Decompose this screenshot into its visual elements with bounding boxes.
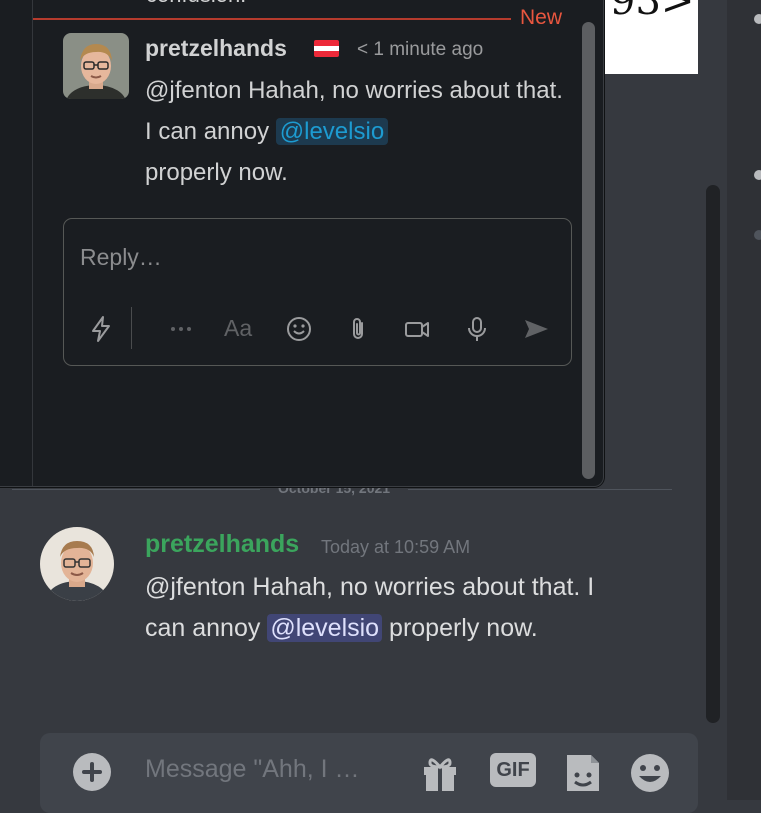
discord-scrollbar[interactable] (706, 185, 720, 723)
message-text: @jfenton Hahah, no worries about that. I… (145, 567, 615, 649)
avatar[interactable] (63, 33, 129, 99)
message-text-end: properly now. (382, 614, 538, 642)
image-text: 93> (610, 0, 695, 24)
format-text-icon[interactable]: Aa (224, 315, 252, 342)
austria-flag-icon (314, 40, 339, 57)
message-text-end: properly now. (145, 159, 288, 186)
message-timestamp[interactable]: < 1 minute ago (357, 39, 483, 61)
emoji-icon[interactable] (628, 751, 672, 795)
message-timestamp: Today at 10:59 AM (321, 537, 471, 557)
avatar[interactable] (40, 527, 114, 601)
message-composer[interactable]: Message "Ahh, I … GIF (40, 733, 698, 813)
toolbar-separator (131, 307, 132, 349)
message-author[interactable]: pretzelhands (145, 35, 287, 62)
new-messages-divider (33, 18, 511, 20)
user-mention[interactable]: @levelsio (267, 614, 383, 642)
add-attachment-icon[interactable] (73, 753, 111, 791)
more-icon[interactable] (166, 314, 196, 344)
attached-image[interactable]: 93> (590, 0, 698, 74)
lightning-shortcut-icon[interactable] (86, 314, 116, 344)
microphone-icon[interactable] (462, 314, 492, 344)
message-input[interactable]: Message "Ahh, I … (145, 755, 360, 784)
reply-composer[interactable]: Reply… Aa (63, 218, 572, 366)
previous-message-text: confusion. (146, 0, 246, 8)
video-icon[interactable] (402, 314, 432, 344)
thread-scrollbar[interactable] (582, 22, 595, 479)
gift-icon[interactable] (418, 751, 462, 795)
status-dot (754, 14, 761, 24)
attachment-icon[interactable] (343, 314, 373, 344)
thread-guide-line (32, 0, 33, 486)
status-dot (754, 230, 761, 240)
message-author[interactable]: pretzelhands (145, 530, 299, 559)
new-messages-label: New (520, 6, 563, 29)
member-sidebar (727, 0, 761, 800)
slack-thread-popup: confusion. New pretzelhands < 1 minute a… (0, 0, 604, 487)
reply-input[interactable]: Reply… (80, 244, 162, 271)
sticker-icon[interactable] (561, 751, 605, 795)
message-text: @jfenton Hahah, no worries about that. I… (145, 70, 575, 193)
status-dot (754, 170, 761, 180)
gif-icon[interactable]: GIF (490, 753, 536, 787)
send-icon[interactable] (521, 314, 551, 344)
user-mention[interactable]: @levelsio (275, 118, 389, 145)
emoji-icon[interactable] (284, 314, 314, 344)
